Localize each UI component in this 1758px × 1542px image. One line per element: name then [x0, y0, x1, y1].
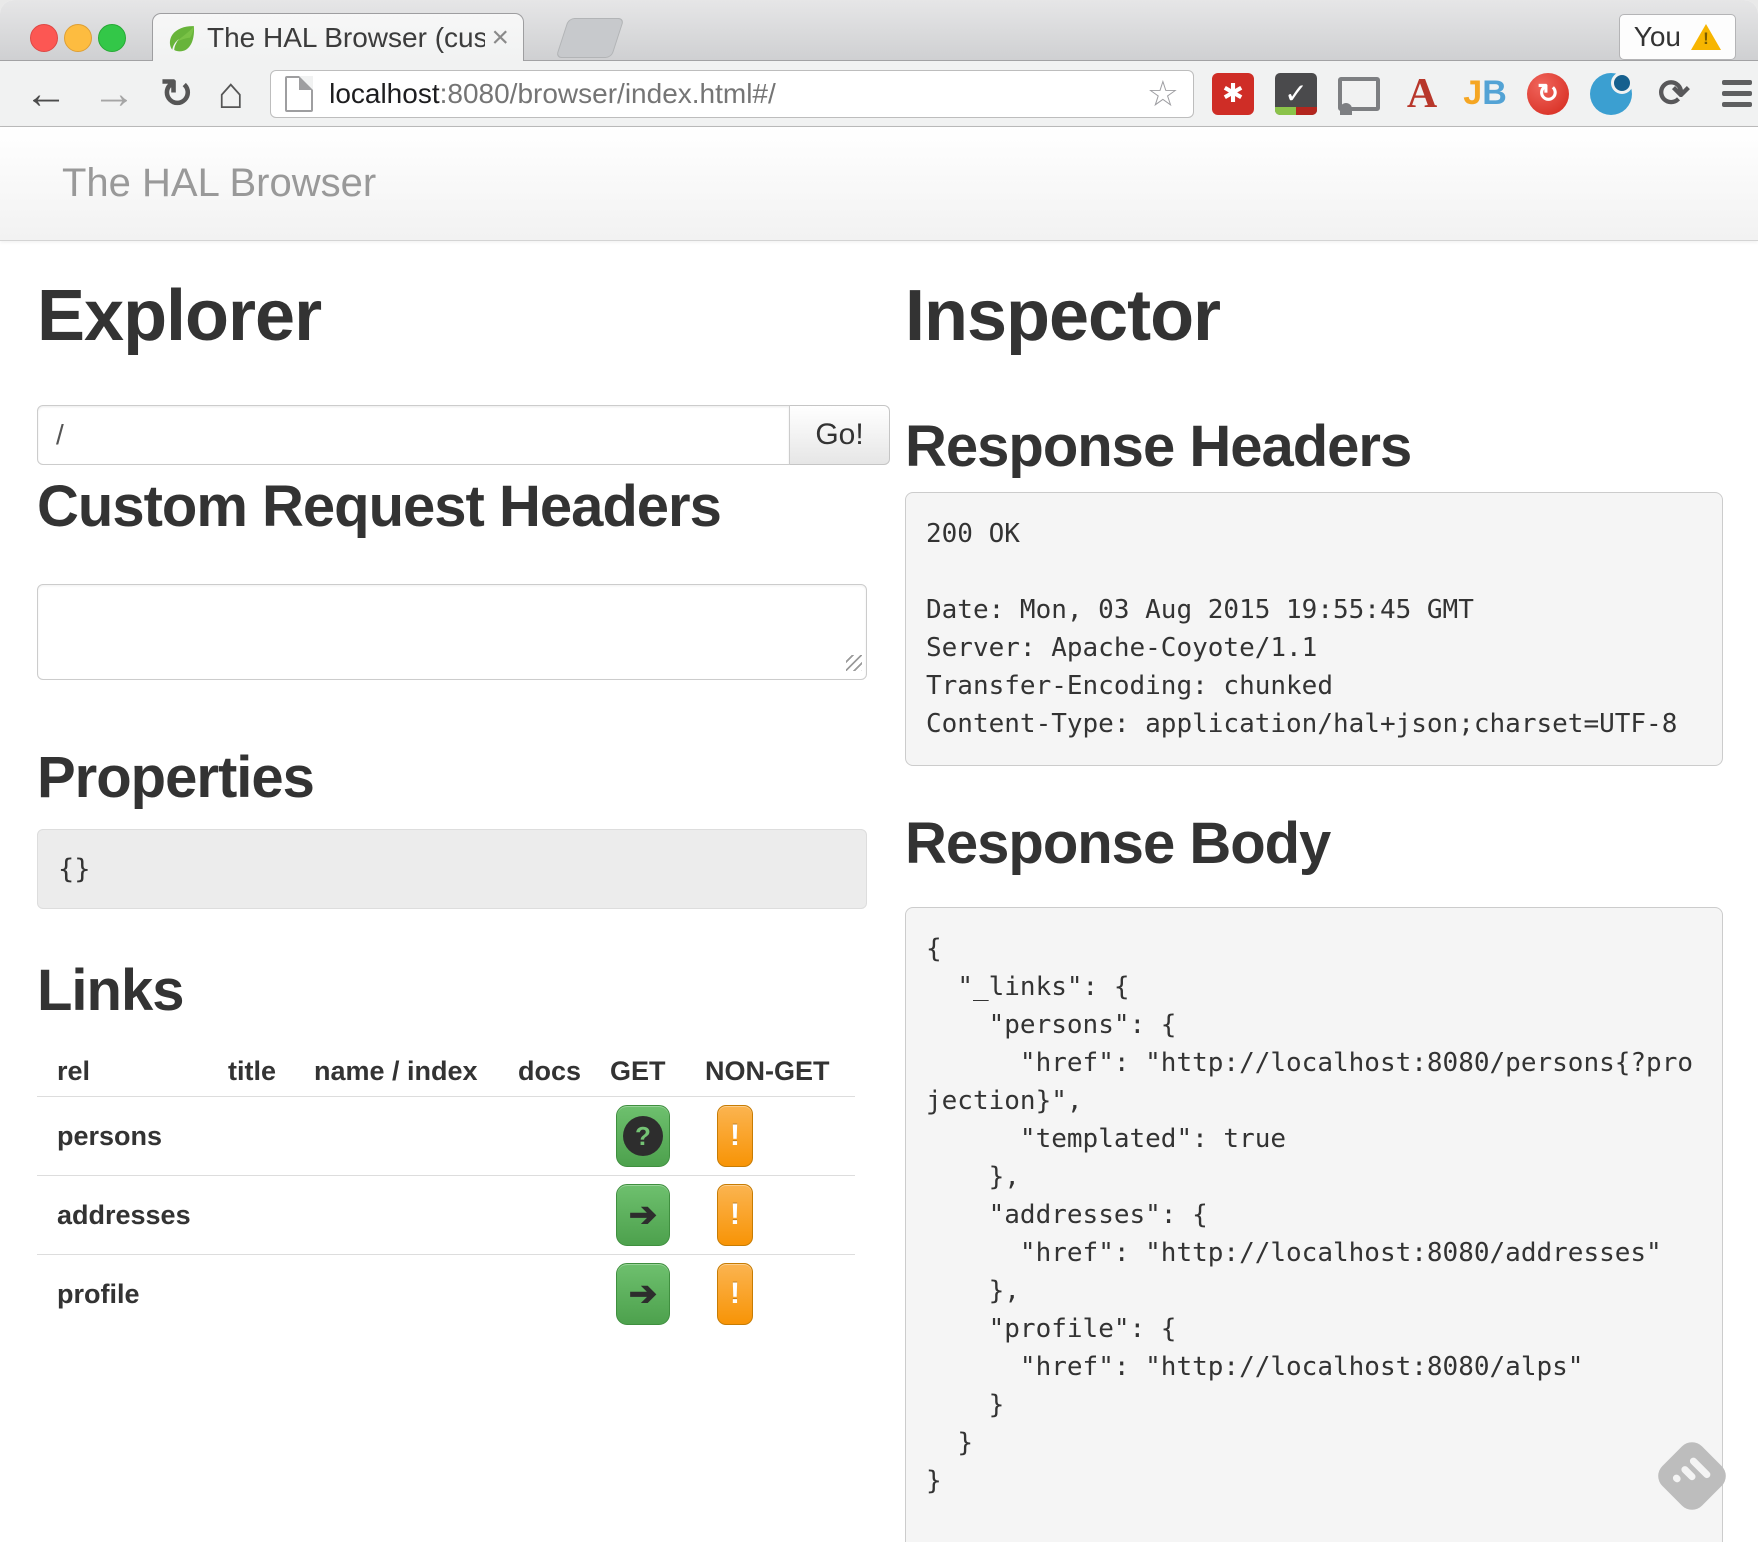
rel-label: profile [37, 1279, 228, 1310]
col-header-name-index: name / index [314, 1056, 518, 1087]
explorer-title: Explorer [37, 275, 890, 357]
arrow-right-icon: ➔ [629, 1198, 658, 1232]
exclamation-icon: ! [730, 1198, 740, 1232]
rel-label: addresses [37, 1200, 228, 1231]
jetbrains-extension-icon[interactable]: JB [1464, 73, 1506, 115]
reload-icon[interactable]: ↻ [160, 71, 194, 117]
browser-tab[interactable]: The HAL Browser (customiz × [152, 13, 524, 61]
table-row-addresses: addresses ➔ ! [37, 1176, 855, 1255]
bookmark-star-icon[interactable]: ☆ [1147, 73, 1179, 115]
chrome-menu-icon[interactable] [1716, 73, 1758, 115]
new-tab-button[interactable] [556, 18, 625, 58]
tab-title: The HAL Browser (customiz [207, 22, 485, 54]
links-table-header: rel title name / index docs GET NON-GET [37, 1056, 855, 1097]
get-button[interactable]: ➔ [616, 1263, 670, 1325]
browser-window: The HAL Browser (customiz × You ! ← → ↻ … [0, 0, 1758, 1542]
cast-extension-icon[interactable] [1338, 73, 1380, 115]
custom-headers-textarea[interactable] [37, 584, 867, 680]
inspector-title: Inspector [905, 275, 1723, 357]
exclamation-icon: ! [730, 1277, 740, 1311]
page-icon [285, 76, 313, 112]
site-navbar: The HAL Browser [0, 127, 1758, 241]
red-refresh-extension-icon[interactable]: ↻ [1527, 73, 1569, 115]
forward-icon[interactable]: → [92, 69, 136, 119]
col-header-get: GET [610, 1056, 705, 1087]
non-get-button[interactable]: ! [717, 1184, 753, 1246]
back-icon[interactable]: ← [24, 69, 68, 119]
exclamation-icon: ! [730, 1119, 740, 1153]
col-header-title: title [228, 1056, 314, 1087]
browser-toolbar: ← → ↻ ⌂ localhost:8080/browser/index.htm… [0, 60, 1758, 127]
site-brand: The HAL Browser [62, 127, 376, 239]
properties-title: Properties [37, 744, 890, 811]
inspector-column: Inspector Response Headers 200 OK Date: … [905, 241, 1723, 1542]
url-host: localhost [329, 78, 440, 109]
question-sign-icon: ? [623, 1116, 663, 1156]
address-bar[interactable]: localhost:8080/browser/index.html#/ ☆ [270, 70, 1194, 118]
response-body-panel: { "_links": { "persons": { "href": "http… [905, 907, 1723, 1542]
properties-value-box: {} [37, 829, 867, 909]
custom-request-headers-title: Custom Request Headers [37, 473, 890, 540]
spring-leaf-favicon [167, 23, 197, 53]
window-zoom-button[interactable] [98, 24, 126, 52]
home-icon[interactable]: ⌂ [218, 69, 245, 119]
links-title: Links [37, 957, 890, 1024]
profile-name: You [1634, 21, 1681, 53]
col-header-nonget: NON-GET [705, 1056, 855, 1087]
col-header-rel: rel [37, 1056, 228, 1087]
profile-button[interactable]: You ! [1619, 14, 1736, 60]
sync-extension-icon[interactable]: ⟳ [1653, 73, 1695, 115]
tab-close-icon[interactable]: × [491, 23, 509, 53]
response-headers-panel: 200 OK Date: Mon, 03 Aug 2015 19:55:45 G… [905, 492, 1723, 766]
links-table: rel title name / index docs GET NON-GET … [37, 1056, 855, 1333]
lastpass-extension-icon[interactable]: ✱ [1212, 73, 1254, 115]
explorer-address-group: Go! [37, 405, 890, 465]
non-get-button[interactable]: ! [717, 1105, 753, 1167]
window-close-button[interactable] [30, 24, 58, 52]
blue-circle-extension-icon[interactable] [1590, 73, 1632, 115]
go-button[interactable]: Go! [790, 405, 890, 465]
window-minimize-button[interactable] [64, 24, 92, 52]
table-row-profile: profile ➔ ! [37, 1255, 855, 1333]
letter-a-extension-icon[interactable]: A [1401, 73, 1443, 115]
rel-label: persons [37, 1121, 228, 1152]
non-get-button[interactable]: ! [717, 1263, 753, 1325]
get-button[interactable]: ➔ [616, 1184, 670, 1246]
explorer-column: Explorer Go! Custom Request Headers Prop… [37, 241, 890, 1333]
response-headers-title: Response Headers [905, 413, 1723, 480]
response-body-title: Response Body [905, 810, 1723, 877]
url-text[interactable]: localhost:8080/browser/index.html#/ [329, 78, 1139, 110]
profile-warning-icon: ! [1691, 24, 1721, 50]
url-path: :8080/browser/index.html#/ [440, 78, 776, 109]
checker-extension-icon[interactable]: ✓ [1275, 73, 1317, 115]
extensions-row: ✱ ✓ A JB ↻ ⟳ [1212, 73, 1758, 115]
window-titlebar: The HAL Browser (customiz × You ! [0, 0, 1758, 60]
custom-headers-wrap [37, 584, 867, 680]
table-row-persons: persons ? ! [37, 1097, 855, 1176]
properties-value: {} [58, 854, 91, 885]
arrow-right-icon: ➔ [629, 1277, 658, 1311]
col-header-docs: docs [518, 1056, 610, 1087]
explorer-address-input[interactable] [37, 405, 790, 465]
get-button[interactable]: ? [616, 1105, 670, 1167]
